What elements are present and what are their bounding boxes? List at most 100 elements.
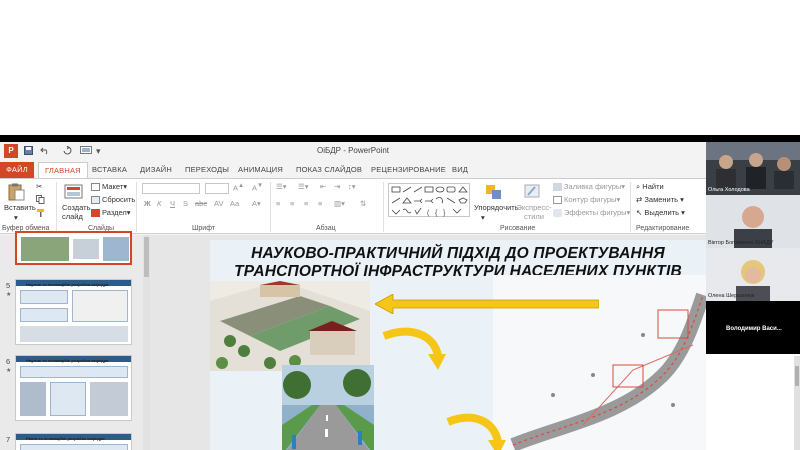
- tab-insert[interactable]: ВСТАВКА: [92, 165, 127, 174]
- page-scrollbar[interactable]: [794, 356, 800, 450]
- participant-name: Володимир Васи...: [726, 326, 782, 332]
- columns-icon[interactable]: ▥▾: [334, 199, 345, 208]
- ribbon-home: Вставить ▾ ✂ Буфер обмена Создать слайд …: [0, 178, 706, 234]
- change-case-icon[interactable]: Aa: [230, 199, 239, 208]
- new-slide-button[interactable]: Создать слайд: [62, 203, 91, 221]
- tab-animations[interactable]: АНИМАЦИЯ: [238, 165, 283, 174]
- increase-indent-icon[interactable]: ⇥: [334, 182, 340, 191]
- bullets-icon[interactable]: ☰▾: [276, 182, 287, 191]
- group-label-editing: Редактирование: [636, 225, 690, 232]
- bold-icon[interactable]: Ж: [144, 199, 151, 208]
- section-button[interactable]: Раздел▾: [91, 208, 131, 218]
- select-button[interactable]: ↖ Выделить ▾: [636, 208, 685, 217]
- char-spacing-icon[interactable]: AV: [214, 199, 223, 208]
- arrange-icon[interactable]: [484, 183, 504, 201]
- new-slide-icon[interactable]: [64, 183, 84, 201]
- replace-button[interactable]: ⇄ Заменить ▾: [636, 195, 684, 204]
- shadow-icon[interactable]: S: [183, 199, 188, 208]
- participant-video[interactable]: Віктор Богомолов ХНАДУ: [706, 195, 800, 248]
- grow-font-icon[interactable]: A▲: [233, 182, 244, 193]
- group-label-paragraph: Абзац: [316, 225, 336, 232]
- participant-name: Віктор Богомолов ХНАДУ: [708, 240, 774, 246]
- arrange-button[interactable]: Упорядочить: [474, 203, 519, 212]
- slide-thumbnail-5[interactable]: Наукові та інноваційні розробки кафедри: [15, 279, 132, 345]
- shape-effects-button[interactable]: Эффекты фигуры▾: [553, 208, 630, 218]
- numbering-icon[interactable]: ☰▾: [298, 182, 309, 191]
- shrink-font-icon[interactable]: A▼: [252, 182, 263, 193]
- street-render-image: [282, 365, 374, 450]
- find-label: Найти: [642, 182, 664, 191]
- layout-button[interactable]: Макет▾: [91, 182, 127, 192]
- participant-video[interactable]: Володимир Васи...: [706, 301, 800, 354]
- cut-icon[interactable]: ✂: [36, 182, 42, 191]
- replace-icon: ⇄: [636, 195, 643, 204]
- text-direction-icon[interactable]: ⇅: [360, 199, 366, 208]
- shape-effects-label: Эффекты фигуры: [564, 208, 627, 217]
- paste-button[interactable]: Вставить: [4, 203, 36, 212]
- tab-design[interactable]: ДИЗАЙН: [140, 165, 172, 174]
- svg-text:(: (: [427, 210, 430, 217]
- slide-thumbnail-selected[interactable]: [15, 231, 132, 265]
- tab-review[interactable]: РЕЦЕНЗИРОВАНИЕ: [371, 165, 446, 174]
- line-spacing-icon[interactable]: ↕▾: [348, 182, 356, 191]
- work-area: 5 ★ Наукові та інноваційні розробки кафе…: [0, 231, 706, 450]
- section-label: Раздел: [102, 208, 127, 217]
- participant-video[interactable]: Ольга Холодова: [706, 142, 800, 195]
- quick-styles-icon[interactable]: [523, 183, 543, 201]
- yellow-arrow-left-icon: [374, 293, 600, 315]
- thumb-title: Наукові та інноваційні розробки кафедри: [26, 358, 109, 363]
- underline-icon[interactable]: Ч: [170, 199, 175, 208]
- tab-home[interactable]: ГЛАВНАЯ: [38, 162, 88, 179]
- participant-name: Олена Шершенюк: [708, 293, 755, 299]
- italic-icon[interactable]: К: [157, 199, 161, 208]
- slide-thumbnail-6[interactable]: Наукові та інноваційні розробки кафедри: [15, 355, 132, 421]
- format-painter-icon[interactable]: [36, 208, 45, 219]
- find-button[interactable]: ⌕ Найти: [636, 182, 664, 192]
- ribbon-tabs: ФАЙЛ ГЛАВНАЯ ВСТАВКА ДИЗАЙН ПЕРЕХОДЫ АНИ…: [0, 162, 706, 179]
- align-right-icon[interactable]: ≡: [304, 199, 308, 208]
- paste-icon[interactable]: [6, 183, 26, 201]
- quick-styles-button[interactable]: Экспресс-стили: [516, 203, 552, 221]
- slide-thumbnails-pane: 5 ★ Наукові та інноваційні розробки кафе…: [0, 231, 150, 450]
- city-3d-model-image: [210, 281, 370, 371]
- align-center-icon[interactable]: ≡: [290, 199, 294, 208]
- curved-arrow-icon: [444, 412, 510, 450]
- font-size-field[interactable]: [205, 183, 229, 194]
- strikethrough-icon[interactable]: abc: [195, 199, 207, 208]
- font-color-icon[interactable]: A▾: [252, 199, 261, 208]
- shape-fill-button[interactable]: Заливка фигуры▾: [553, 182, 625, 192]
- slide-canvas[interactable]: НАУКОВО-ПРАКТИЧНИЙ ПІДХІД ДО ПРОЕКТУВАНН…: [210, 240, 706, 450]
- thumb-text-block: [50, 382, 86, 416]
- title-bar: P ▾ ОіБДР - PowerPoint: [0, 142, 706, 162]
- justify-icon[interactable]: ≡: [318, 199, 322, 208]
- slide-number: 6: [6, 357, 11, 366]
- paste-dropdown-icon[interactable]: ▾: [14, 213, 18, 222]
- tab-slideshow[interactable]: ПОКАЗ СЛАЙДОВ: [296, 165, 362, 174]
- svg-text:{: {: [435, 210, 438, 217]
- divider: [56, 182, 57, 232]
- shapes-gallery[interactable]: ( { }: [388, 183, 470, 217]
- thumb-text-block: [20, 308, 68, 322]
- layout-icon: [91, 183, 100, 192]
- align-left-icon[interactable]: ≡: [276, 199, 280, 208]
- tab-transitions[interactable]: ПЕРЕХОДЫ: [185, 165, 229, 174]
- font-name-field[interactable]: [142, 183, 200, 194]
- shape-outline-button[interactable]: Контур фигуры▾: [553, 195, 620, 205]
- select-label: Выделить: [644, 208, 679, 217]
- scrollbar-thumb[interactable]: [795, 366, 799, 386]
- reset-label: Сбросить: [102, 195, 136, 204]
- slide-thumbnail-7[interactable]: Ранги та інноваційні розробки кафедри: [15, 433, 132, 450]
- thumb-image: [21, 237, 69, 261]
- scrollbar-thumb[interactable]: [144, 237, 149, 277]
- thumbnails-scrollbar[interactable]: [143, 235, 150, 450]
- video-participants-panel: Ольга Холодова Віктор Богомолов ХНАДУ Ол…: [706, 142, 800, 354]
- screen: P ▾ ОіБДР - PowerPoint ФАЙЛ ГЛАВНАЯ ВСТА…: [0, 0, 800, 450]
- decrease-indent-icon[interactable]: ⇤: [320, 182, 326, 191]
- participant-video[interactable]: Олена Шершенюк: [706, 248, 800, 301]
- thumb-title: Ранги та інноваційні розробки кафедри: [26, 436, 105, 441]
- reset-button[interactable]: Сбросить: [91, 195, 136, 205]
- arrange-dropdown-icon[interactable]: ▾: [481, 213, 485, 222]
- copy-icon[interactable]: [36, 195, 45, 206]
- tab-view[interactable]: ВИД: [452, 165, 468, 174]
- tab-file[interactable]: ФАЙЛ: [0, 162, 34, 178]
